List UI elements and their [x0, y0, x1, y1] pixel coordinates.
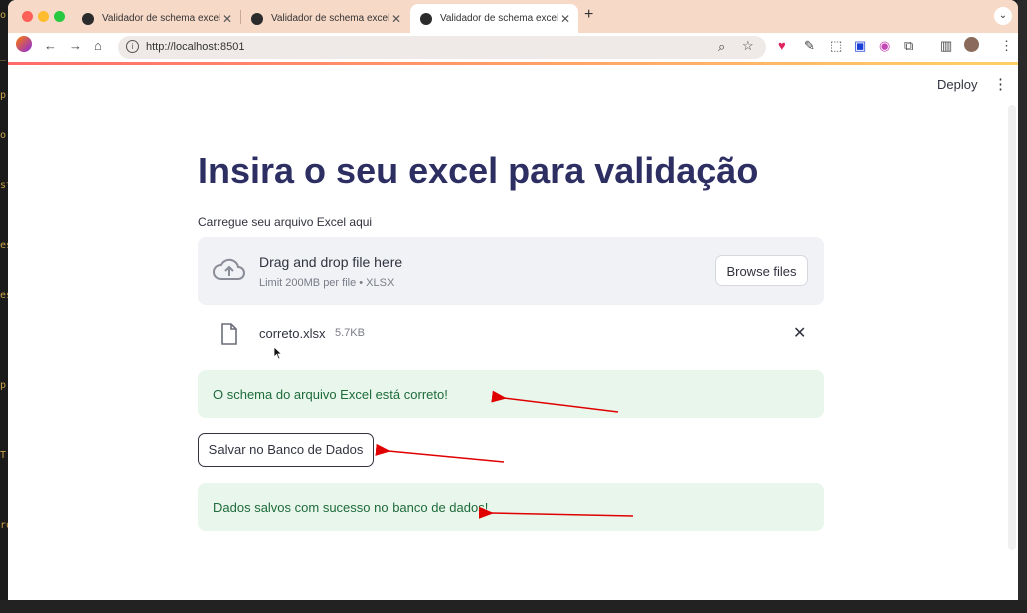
browser-window: Validador de schema excel ✕ Validador de… [8, 0, 1018, 600]
annotation-arrow [491, 390, 619, 413]
background-window-edge [1017, 0, 1027, 613]
annotation-arrow [478, 506, 634, 519]
background-terminal-strip [0, 600, 1027, 613]
annotation-arrows [375, 390, 634, 519]
annotation-arrow [375, 443, 505, 463]
